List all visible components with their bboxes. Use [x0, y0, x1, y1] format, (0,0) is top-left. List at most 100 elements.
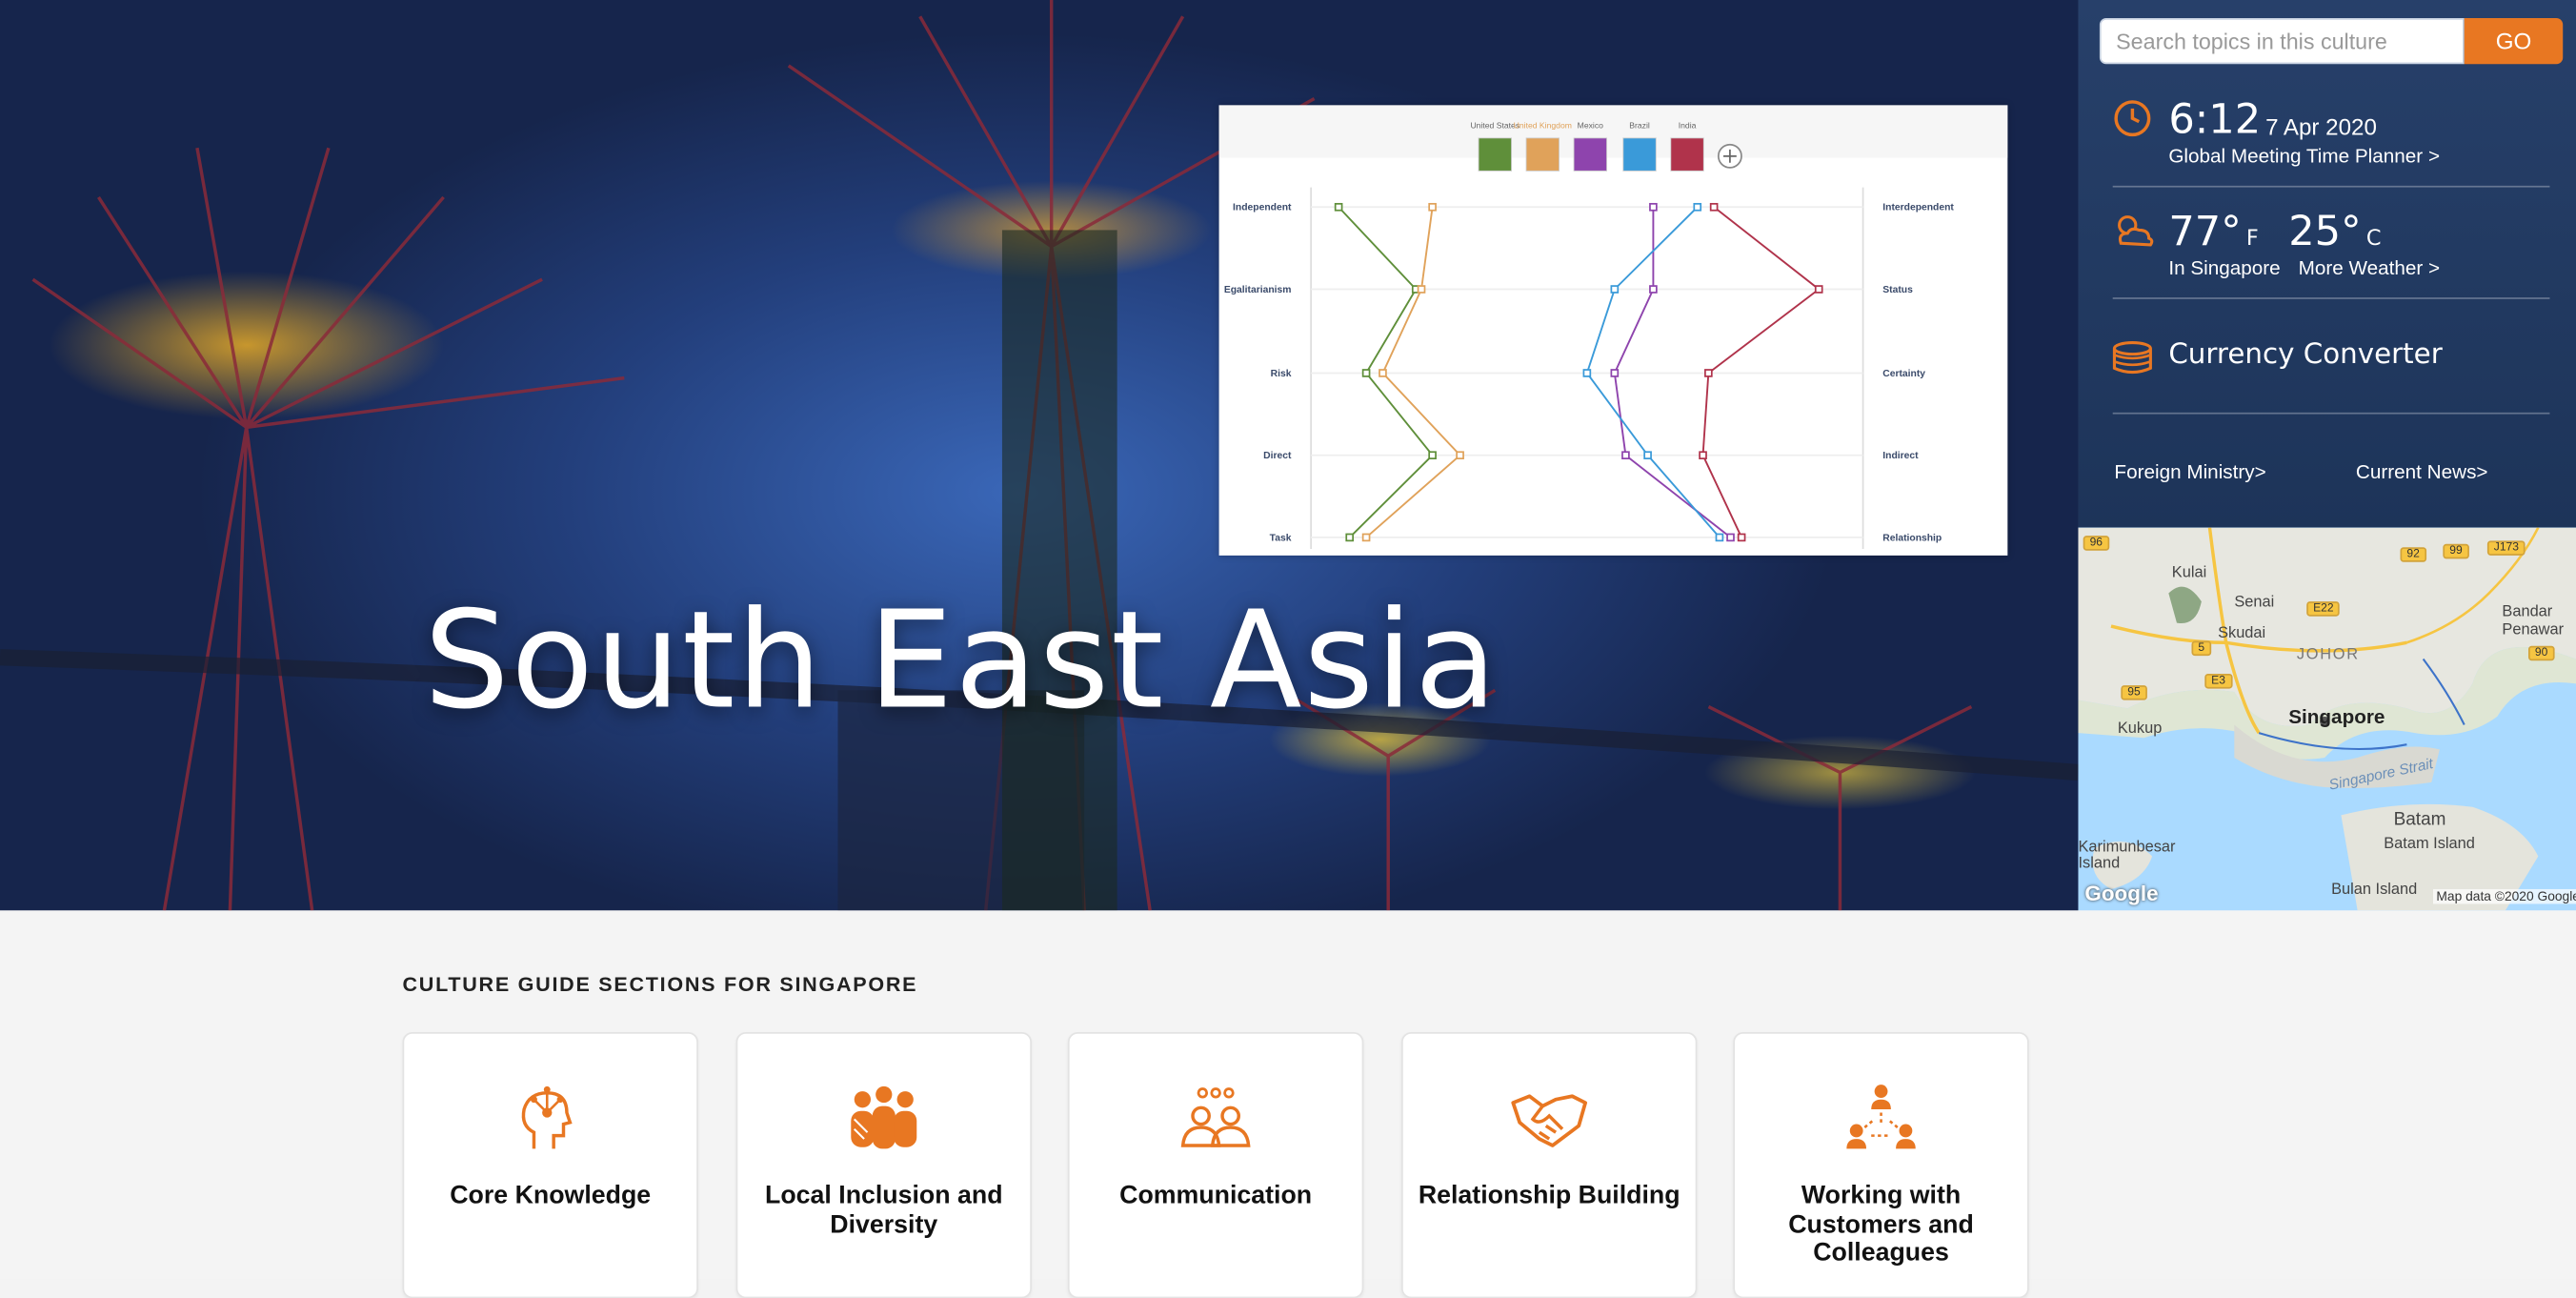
country-flag-icon: [1478, 137, 1512, 172]
legend-label: United Kingdom: [1514, 121, 1572, 131]
road-badge: 95: [2121, 685, 2147, 700]
map-label-kulai: Kulai: [2171, 563, 2207, 582]
clock-icon: [2114, 100, 2151, 137]
chart-point: [1610, 369, 1620, 377]
chart-point: [1737, 533, 1746, 542]
three-people-icon: [1180, 1087, 1251, 1147]
card-label: Core Knowledge: [450, 1181, 652, 1210]
coin-stack-icon: [2112, 341, 2152, 375]
card-local-inclusion-diversity[interactable]: Local Inclusion and Diversity: [735, 1031, 1032, 1298]
local-time: 6:12: [2168, 95, 2262, 144]
road-badge: E3: [2204, 674, 2232, 689]
search-input[interactable]: Search topics in this culture: [2099, 17, 2465, 65]
chart-point: [1610, 285, 1620, 294]
chart-left-label: Egalitarianism: [1224, 285, 1292, 295]
map-label-skudai: Skudai: [2218, 624, 2266, 643]
road-badge: 99: [2443, 543, 2469, 559]
chart-point: [1361, 533, 1371, 542]
partly-cloudy-icon: [2118, 215, 2154, 247]
chart-right-label: Interdependent: [1882, 203, 1954, 213]
chart-point: [1428, 202, 1437, 212]
chart-point: [1334, 202, 1343, 212]
meeting-planner-link[interactable]: Global Meeting Time Planner >: [2168, 145, 2440, 168]
temperature-fahrenheit: 77° F: [2168, 207, 2258, 254]
chart-right-label: Status: [1882, 285, 1913, 295]
map-attribution: Map data ©2020 Google: [2432, 888, 2576, 904]
chart-point: [1621, 451, 1630, 459]
road-badge: 92: [2400, 547, 2426, 562]
people-group-icon: [851, 1085, 917, 1149]
country-flag-icon: [1670, 137, 1704, 172]
chart-point: [1709, 202, 1719, 212]
card-relationship-building[interactable]: Relationship Building: [1400, 1031, 1698, 1298]
map-label-kukup: Kukup: [2117, 720, 2163, 739]
road-badge: J173: [2486, 540, 2526, 556]
head-network-icon: [521, 1085, 573, 1149]
chart-point: [1649, 285, 1658, 294]
country-flag-icon: [1525, 137, 1560, 172]
divider: [2112, 412, 2550, 415]
weather-location: In Singapore: [2168, 256, 2281, 280]
hero-banner: South East Asia Independent Interdependen…: [0, 0, 2079, 911]
info-sidebar: Search topics in this culture GO 6:12 7 …: [2078, 0, 2576, 528]
legend-label: Brazil: [1629, 121, 1650, 131]
chart-point: [1649, 202, 1658, 212]
foreign-ministry-link[interactable]: Foreign Ministry>: [2114, 460, 2265, 483]
chart-point: [1693, 202, 1702, 212]
handshake-icon: [1511, 1094, 1588, 1147]
road-badge: 90: [2528, 645, 2555, 661]
chart-point: [1582, 369, 1592, 377]
chart-point: [1417, 285, 1426, 294]
culture-guide-sections: CULTURE GUIDE SECTIONS FOR SINGAPORE Cor…: [0, 910, 2576, 1298]
temp-f-unit: F: [2245, 226, 2259, 252]
chart-left-label: Independent: [1233, 203, 1292, 213]
card-communication[interactable]: Communication: [1067, 1031, 1364, 1298]
divider: [2112, 185, 2550, 188]
road-badge: E22: [2306, 601, 2341, 617]
cultural-comparison-chart: Independent Interdependent Egalitarianism S…: [1218, 105, 2008, 556]
road-badge: 96: [2083, 536, 2109, 551]
map-label-batam-island: Batam Island: [2384, 835, 2475, 854]
legend-label: India: [1679, 121, 1697, 131]
chart-left-label: Task: [1270, 533, 1292, 543]
divider: [2112, 297, 2550, 299]
chart-point: [1814, 285, 1823, 294]
map-label-batam: Batam: [2393, 810, 2446, 830]
temp-c-value: 25°: [2288, 207, 2362, 255]
chart-point: [1726, 533, 1735, 542]
chart-point: [1704, 369, 1713, 377]
chart-point: [1699, 451, 1707, 459]
card-label: Relationship Building: [1418, 1181, 1680, 1210]
google-logo[interactable]: Google: [2084, 881, 2158, 905]
chart-point: [1643, 451, 1652, 459]
chart-right-label: Indirect: [1882, 451, 1919, 461]
card-core-knowledge[interactable]: Core Knowledge: [402, 1031, 698, 1298]
map-label-singapore: Singapore: [2288, 704, 2385, 728]
temp-f-value: 77°: [2168, 207, 2242, 255]
chart-point: [1428, 451, 1437, 459]
chart-header-band: [1218, 105, 2008, 158]
search-go-button[interactable]: GO: [2464, 17, 2564, 65]
more-weather-link[interactable]: More Weather >: [2299, 256, 2441, 279]
comparison-chart-svg: Independent Interdependent Egalitarianism S…: [1218, 105, 2008, 549]
card-label: Local Inclusion and Diversity: [765, 1181, 1003, 1239]
chart-right-label: Relationship: [1882, 533, 1942, 543]
chart-left-label: Direct: [1263, 451, 1292, 461]
map-label-johor: JOHOR: [2296, 645, 2360, 664]
card-working-with-customers[interactable]: Working with Customers and Colleagues: [1733, 1031, 2029, 1298]
map-label-karimunbesar-island: Karimunbesar Island: [2078, 838, 2176, 873]
location-map[interactable]: Kulai Senai Skudai JOHOR Singapore Kukup…: [2078, 527, 2576, 911]
map-label-senai: Senai: [2234, 593, 2275, 612]
legend-label: United States: [1470, 121, 1519, 131]
card-label: Communication: [1119, 1181, 1313, 1210]
currency-converter-link[interactable]: Currency Converter: [2168, 338, 2442, 371]
hero-title: South East Asia: [423, 583, 1499, 740]
chart-left-label: Risk: [1271, 369, 1292, 379]
card-label: Working with Customers and Colleagues: [1788, 1181, 1974, 1268]
chart-point: [1345, 533, 1355, 542]
temperature-celsius: 25° C: [2288, 207, 2381, 254]
local-date: 7 Apr 2020: [2265, 112, 2377, 140]
country-flag-icon: [1622, 137, 1657, 172]
current-news-link[interactable]: Current News>: [2356, 460, 2488, 483]
road-badge: 5: [2191, 640, 2212, 657]
